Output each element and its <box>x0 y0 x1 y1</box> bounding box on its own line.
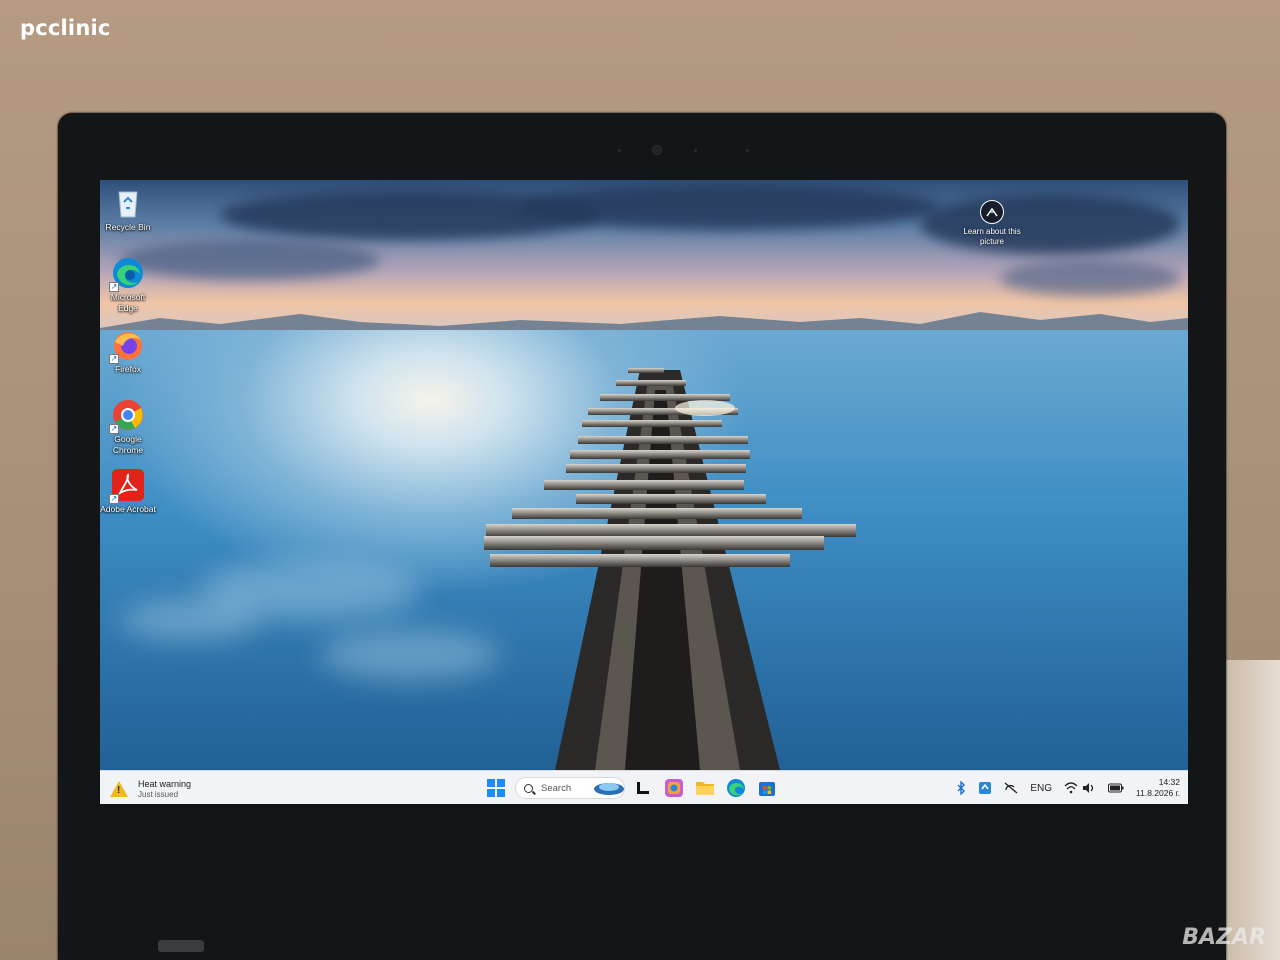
microsoft-365-button[interactable] <box>662 776 686 800</box>
recycle-bin-glyph-icon <box>111 186 145 220</box>
search-placeholder: Search <box>541 782 572 794</box>
desktop-screen: Recycle Bin ↗ Microsoft Edge ↗ Firefox ↗… <box>100 180 1188 804</box>
weather-widget[interactable]: Heat warning Just issued <box>110 777 191 801</box>
microsoft-edge-label: Microsoft Edge <box>110 292 146 313</box>
clock[interactable]: 14:32 11.8.2026 г. <box>1136 777 1180 799</box>
recycle-bin-label: Recycle Bin <box>105 222 151 232</box>
language-indicator[interactable]: ENG <box>1030 783 1052 794</box>
firefox-label: Firefox <box>115 364 141 374</box>
shortcut-arrow-icon: ↗ <box>109 424 119 434</box>
battery-icon[interactable] <box>1108 783 1124 793</box>
shortcut-arrow-icon: ↗ <box>109 354 119 364</box>
security-app-icon[interactable] <box>978 781 992 795</box>
adobe-acrobat-label: Adobe Acrobat <box>100 504 156 514</box>
windows-logo-icon <box>487 779 505 797</box>
firefox-shortcut[interactable]: ↗ Firefox <box>100 328 156 375</box>
task-view-icon <box>637 782 649 794</box>
wall-edge <box>1220 660 1280 960</box>
microsoft-store-button[interactable] <box>755 776 779 800</box>
microsoft-365-icon <box>665 779 683 797</box>
taskbar: Heat warning Just issued Search <box>100 770 1188 804</box>
start-button[interactable] <box>484 776 508 800</box>
search-highlight-icon <box>594 783 624 795</box>
sensor-dot <box>746 149 749 152</box>
widget-subtitle: Just issued <box>138 789 179 799</box>
camera-circle-icon <box>980 200 1004 224</box>
hinge <box>158 940 204 952</box>
firefox-logo-icon: ↗ <box>109 328 145 364</box>
folder-icon <box>696 782 714 795</box>
task-view-button[interactable] <box>631 776 655 800</box>
wifi-icon[interactable] <box>1064 782 1078 794</box>
sensor-dot <box>618 149 621 152</box>
google-chrome-label: Google Chrome <box>112 434 144 455</box>
microsoft-edge-shortcut[interactable]: ↗ Microsoft Edge <box>100 256 156 314</box>
adobe-acrobat-shortcut[interactable]: ↗ Adobe Acrobat <box>100 468 156 515</box>
watermark-pcclinic: pcclinic <box>20 16 111 40</box>
webcam <box>652 145 662 155</box>
file-explorer-button[interactable] <box>693 776 717 800</box>
acrobat-logo-icon: ↗ <box>109 468 145 504</box>
learn-about-picture-button[interactable]: Learn about this picture <box>960 200 1024 247</box>
wallpaper-pier <box>484 368 856 770</box>
taskbar-center: Search <box>484 776 786 800</box>
recycle-bin-icon[interactable]: Recycle Bin <box>100 186 156 233</box>
clock-date: 11.8.2026 г. <box>1136 788 1180 798</box>
volume-icon[interactable] <box>1082 782 1096 794</box>
watermark-bazar: BAZAR <box>1182 925 1266 950</box>
widget-title: Heat warning <box>138 778 192 789</box>
system-tray: ENG 14:32 11.8.2026 г. <box>944 775 1180 801</box>
bluetooth-icon[interactable] <box>956 781 966 795</box>
store-icon <box>759 782 775 796</box>
edge-logo-icon: ↗ <box>109 256 145 292</box>
taskbar-search[interactable]: Search <box>515 777 625 799</box>
edge-icon <box>727 779 745 797</box>
sensor-dot <box>694 149 697 152</box>
sync-off-icon[interactable] <box>1004 782 1018 794</box>
learn-about-label: Learn about this picture <box>963 227 1021 246</box>
edge-taskbar-button[interactable] <box>724 776 748 800</box>
search-icon <box>524 783 533 793</box>
shortcut-arrow-icon: ↗ <box>109 282 119 292</box>
shortcut-arrow-icon: ↗ <box>109 494 119 504</box>
chrome-logo-icon: ↗ <box>109 398 145 434</box>
clock-time: 14:32 <box>1158 777 1180 787</box>
google-chrome-shortcut[interactable]: ↗ Google Chrome <box>100 398 156 456</box>
warning-icon <box>110 781 128 797</box>
